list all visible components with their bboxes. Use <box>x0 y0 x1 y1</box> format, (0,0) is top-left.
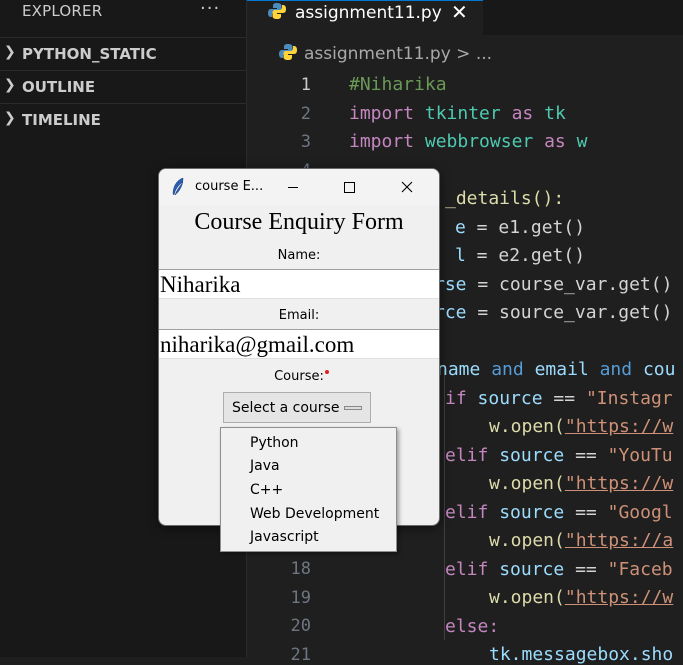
code-line-12: if source == "Instagr <box>445 388 673 409</box>
chevron-right-icon: ❯ <box>4 77 16 93</box>
menu-item-cpp[interactable]: C++ <box>250 482 283 498</box>
course-select-label: Select a course <box>232 400 340 416</box>
code-line-5: _details(): <box>445 188 565 209</box>
course-dropdown-menu: Python Java C++ Web Development Javascri… <box>220 427 397 552</box>
code-line-8: rse = course_var.get() <box>434 274 673 295</box>
course-label: Course: <box>274 369 324 384</box>
section-python-static[interactable]: ❯ PYTHON_STATIC <box>0 37 246 70</box>
section-label: PYTHON_STATIC <box>22 45 157 63</box>
section-outline[interactable]: ❯ OUTLINE <box>0 70 246 103</box>
form-heading: Course Enquiry Form <box>194 209 404 235</box>
close-icon <box>401 181 413 193</box>
maximize-icon <box>344 182 355 193</box>
course-select[interactable]: Select a course <box>223 392 371 423</box>
section-label: TIMELINE <box>22 111 101 129</box>
maximize-button[interactable] <box>331 173 367 201</box>
code-line-1: #Niharika <box>349 74 447 95</box>
line-number: 19 <box>290 588 311 608</box>
code-line-20: else: <box>445 616 500 637</box>
tab-filename: assignment11.py <box>295 3 442 23</box>
line-number: 3 <box>300 132 311 152</box>
code-line-3: import webbrowser as w <box>349 131 588 152</box>
line-number: 21 <box>290 645 311 665</box>
line-number: 20 <box>290 616 311 636</box>
name-label: Name: <box>277 248 321 263</box>
code-line-14: elif source == "YouTu <box>445 445 673 466</box>
code-line-15: w.open("https://w <box>489 473 674 494</box>
minimize-button[interactable] <box>275 173 311 201</box>
name-field[interactable]: Niharika <box>159 269 439 299</box>
code-line-17: w.open("https://a <box>489 530 674 551</box>
menu-item-javascript[interactable]: Javascript <box>250 529 319 545</box>
editor-tab-bar: assignment11.py ✕ <box>247 0 683 36</box>
close-tab-icon[interactable]: ✕ <box>451 0 468 24</box>
code-line-21: tk.messagebox.sho <box>489 644 674 665</box>
chevron-right-icon: ❯ <box>4 110 16 126</box>
menu-item-java[interactable]: Java <box>250 458 280 474</box>
code-line-11: name and email and cou <box>437 359 676 380</box>
code-line-13: w.open("https://w <box>489 416 674 437</box>
python-file-icon <box>268 3 286 19</box>
code-line-18: elif source == "Faceb <box>445 559 673 580</box>
code-line-6: e = e1.get() <box>455 217 586 238</box>
tab-assignment11[interactable]: assignment11.py ✕ <box>247 0 483 36</box>
required-dot <box>325 370 329 374</box>
breadcrumb-path: assignment11.py > ... <box>304 44 493 64</box>
more-actions-icon[interactable]: ··· <box>200 0 220 19</box>
feather-icon <box>172 177 184 196</box>
option-menu-indicator-icon <box>344 406 362 410</box>
code-line-9: rce = source_var.get() <box>434 302 673 323</box>
code-line-19: w.open("https://w <box>489 587 674 608</box>
section-label: OUTLINE <box>22 78 96 96</box>
section-timeline[interactable]: ❯ TIMELINE <box>0 103 246 136</box>
minimize-icon <box>288 187 298 188</box>
explorer-title: EXPLORER <box>22 2 103 20</box>
menu-item-web-development[interactable]: Web Development <box>250 506 379 522</box>
email-field[interactable]: niharika@gmail.com <box>159 329 439 359</box>
email-label: Email: <box>278 308 320 323</box>
code-line-16: elif source == "Googl <box>445 502 673 523</box>
close-window-button[interactable] <box>389 173 425 201</box>
code-line-7: l = e2.get() <box>455 245 586 266</box>
line-number: 18 <box>290 559 311 579</box>
line-number: 2 <box>300 104 311 124</box>
window-title: course E... <box>195 179 264 194</box>
python-file-icon <box>279 44 297 60</box>
code-line-2: import tkinter as tk <box>349 103 566 124</box>
menu-item-python[interactable]: Python <box>250 435 299 451</box>
window-titlebar[interactable]: course E... <box>159 169 439 205</box>
line-number: 1 <box>300 75 311 95</box>
chevron-right-icon: ❯ <box>4 44 16 60</box>
